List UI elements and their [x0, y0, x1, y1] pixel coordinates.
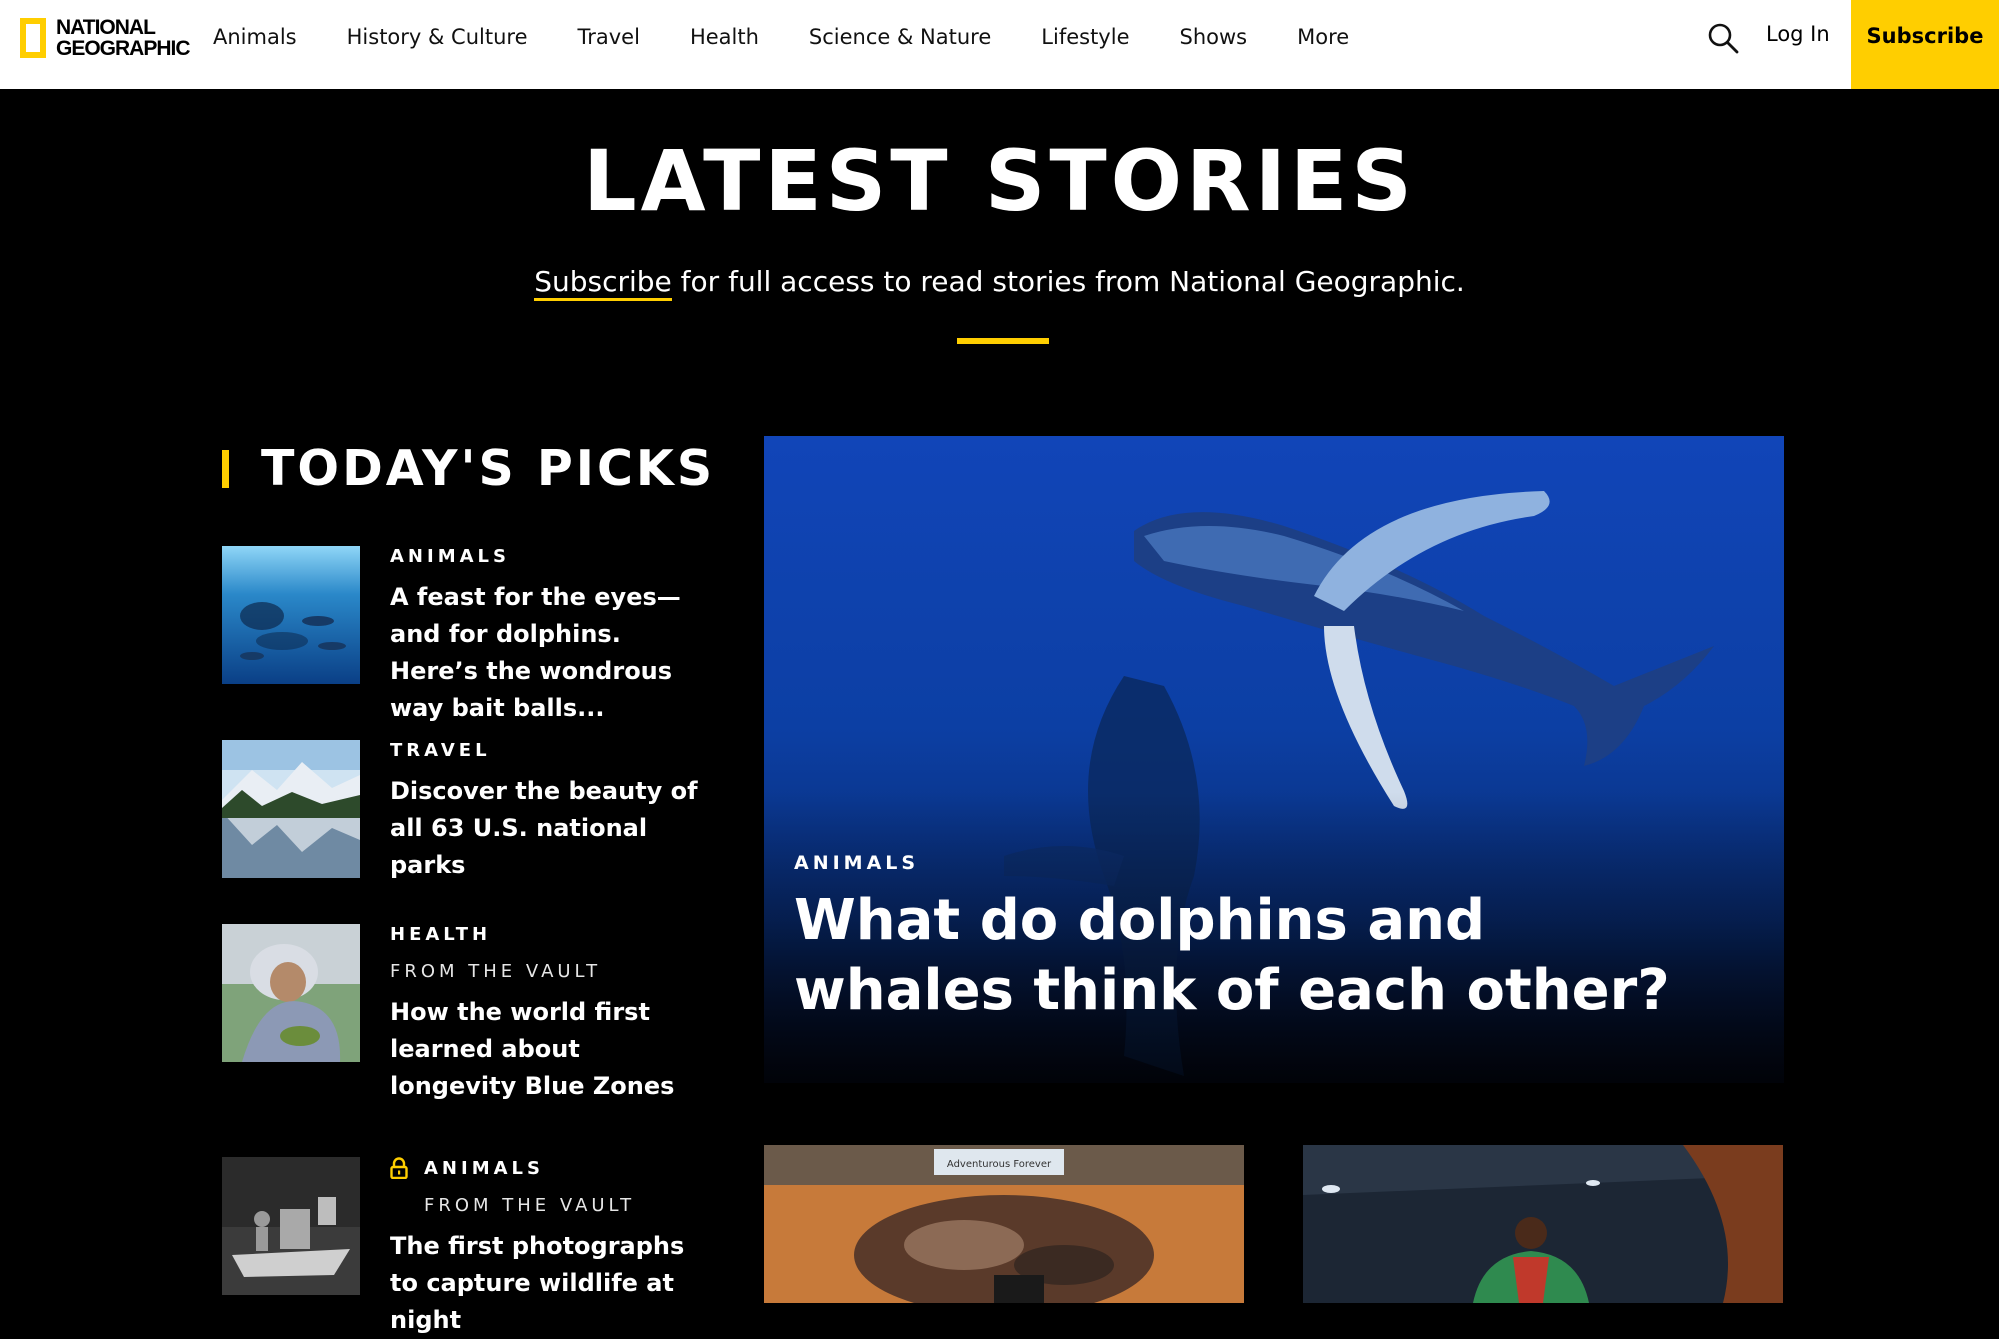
subscribe-link[interactable]: Subscribe — [534, 265, 672, 301]
logo-line-1: NATIONAL — [56, 16, 156, 39]
crowd-event-image: Adventurous Forever — [764, 1145, 1244, 1303]
category-label[interactable]: HEALTH — [390, 924, 710, 945]
category-label[interactable]: ANIMALS — [390, 546, 710, 567]
from-the-vault-label: FROM THE VAULT — [390, 961, 602, 982]
subscribe-button[interactable]: Subscribe — [1851, 0, 1999, 89]
pick-meta: TRAVEL Discover the beauty of all 63 U.S… — [390, 740, 710, 884]
nav-item-health[interactable]: Health — [665, 25, 784, 49]
nav-item-history-culture[interactable]: History & Culture — [322, 25, 553, 49]
from-the-vault-label: FROM THE VAULT — [424, 1195, 636, 1216]
subscribe-prompt-text: for full access to read stories from Nat… — [671, 265, 1465, 298]
feature-headline[interactable]: What do dolphins and whales think of eac… — [794, 886, 1694, 1026]
thumbnail-elder-woman-image[interactable] — [222, 924, 360, 1062]
logo-yellow-frame-icon — [20, 18, 46, 58]
nav-item-lifestyle[interactable]: Lifestyle — [1016, 25, 1154, 49]
nav-item-animals[interactable]: Animals — [188, 25, 322, 49]
section-accent-bar — [222, 449, 229, 488]
category-label[interactable]: TRAVEL — [390, 740, 710, 761]
thumbnail-vintage-boat-image[interactable] — [222, 1157, 360, 1295]
banner-text: Adventurous Forever — [947, 1159, 1052, 1170]
featured-story-card[interactable]: ANIMALS What do dolphins and whales thin… — [764, 436, 1784, 1083]
pick-meta: ANIMALS A feast for the eyes—and for dol… — [390, 546, 710, 727]
pick-headline[interactable]: A feast for the eyes—and for dolphins. H… — [390, 579, 710, 727]
logo-line-2: GEOGRAPHIC — [56, 37, 191, 60]
top-navigation-bar: NATIONAL GEOGRAPHIC Animals History & Cu… — [0, 0, 1999, 89]
main-nav: Animals History & Culture Travel Health … — [188, 0, 1374, 73]
search-icon[interactable] — [1706, 21, 1740, 55]
feature-category-label[interactable]: ANIMALS — [794, 852, 919, 874]
story-card-athlete[interactable] — [1303, 1145, 1783, 1303]
category-row: ANIMALS — [390, 1157, 710, 1179]
pick-meta: ANIMALS FROM THE VAULT The first photogr… — [390, 1157, 710, 1339]
lock-icon — [390, 1157, 408, 1179]
todays-picks-header: TODAY'S PICKS — [222, 440, 715, 497]
thumbnail-dolphins-image[interactable] — [222, 546, 360, 684]
nav-item-shows[interactable]: Shows — [1155, 25, 1273, 49]
athlete-image — [1303, 1145, 1783, 1303]
nav-item-travel[interactable]: Travel — [553, 25, 665, 49]
pick-meta: HEALTH FROM THE VAULT How the world firs… — [390, 924, 710, 1105]
page-title: LATEST STORIES — [583, 132, 1416, 230]
nav-item-science-nature[interactable]: Science & Nature — [784, 25, 1016, 49]
category-label[interactable]: ANIMALS — [424, 1158, 544, 1179]
nat-geo-logo[interactable]: NATIONAL GEOGRAPHIC — [20, 13, 191, 63]
story-card-crowd[interactable]: Adventurous Forever — [764, 1145, 1244, 1303]
pick-headline[interactable]: How the world first learned about longev… — [390, 994, 710, 1105]
log-in-link[interactable]: Log In — [1766, 22, 1830, 46]
pick-headline[interactable]: Discover the beauty of all 63 U.S. natio… — [390, 773, 710, 884]
nav-item-more[interactable]: More — [1272, 25, 1374, 49]
logo-wordmark: NATIONAL GEOGRAPHIC — [56, 16, 191, 60]
yellow-divider — [957, 338, 1049, 344]
thumbnail-mountain-lake-image[interactable] — [222, 740, 360, 878]
pick-headline[interactable]: The first photographs to capture wildlif… — [390, 1228, 710, 1339]
subscribe-prompt: Subscribe for full access to read storie… — [0, 265, 1999, 301]
section-title: TODAY'S PICKS — [261, 440, 716, 497]
